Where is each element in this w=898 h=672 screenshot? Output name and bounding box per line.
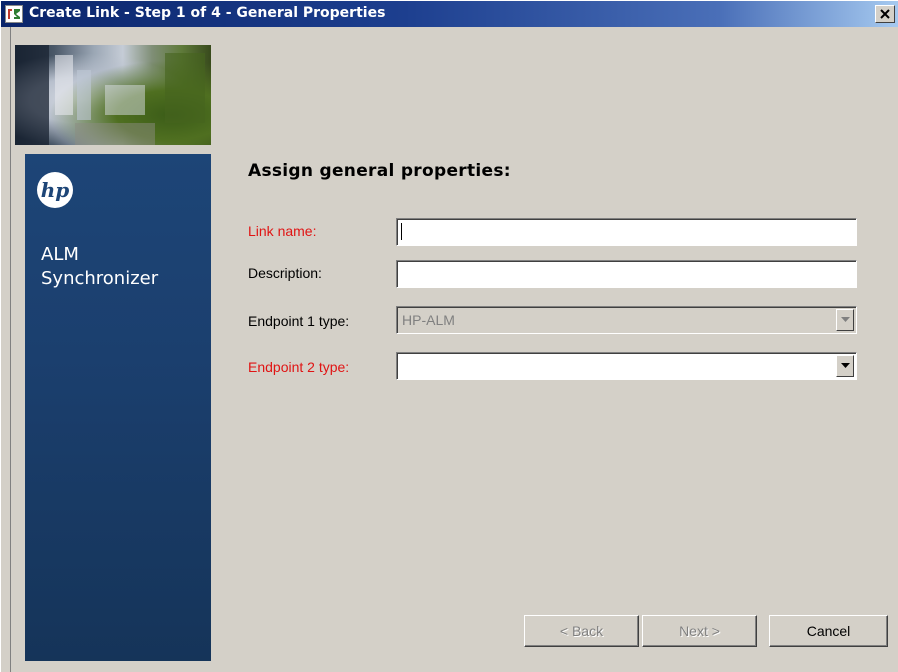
description-label: Description: [248, 265, 322, 281]
next-button[interactable]: Next > [642, 615, 757, 647]
svg-text:hp: hp [41, 178, 70, 202]
close-icon [880, 9, 890, 19]
product-name-line1: ALM [41, 244, 79, 265]
endpoint2-type-label: Endpoint 2 type: [248, 359, 350, 375]
hp-logo-icon: hp [36, 171, 74, 209]
window-left-border [1, 27, 11, 672]
chevron-down-icon [840, 317, 850, 322]
title-bar[interactable]: Create Link - Step 1 of 4 - General Prop… [1, 1, 898, 27]
window-title: Create Link - Step 1 of 4 - General Prop… [29, 5, 386, 21]
endpoint1-type-label: Endpoint 1 type: [248, 313, 350, 329]
banner-photo [15, 45, 211, 145]
endpoint1-type-select[interactable]: HP-ALM [396, 306, 857, 334]
page-heading: Assign general properties: [248, 161, 511, 181]
cancel-button[interactable]: Cancel [769, 615, 888, 647]
close-button[interactable] [875, 5, 895, 23]
chevron-down-icon [840, 363, 850, 368]
endpoint1-type-value: HP-ALM [402, 312, 455, 328]
product-name-line2: Synchronizer [41, 268, 159, 289]
product-name: ALM Synchronizer [41, 243, 201, 291]
endpoint2-dropdown-button[interactable] [836, 355, 854, 377]
description-input[interactable] [396, 260, 857, 288]
endpoint2-type-select[interactable] [396, 352, 857, 380]
back-button[interactable]: < Back [524, 615, 639, 647]
link-name-input[interactable] [396, 218, 857, 246]
app-icon [5, 5, 23, 23]
link-name-label: Link name: [248, 223, 317, 239]
product-sidebar [25, 154, 211, 661]
dialog-window: Create Link - Step 1 of 4 - General Prop… [0, 0, 898, 672]
endpoint1-dropdown-button[interactable] [836, 309, 854, 331]
